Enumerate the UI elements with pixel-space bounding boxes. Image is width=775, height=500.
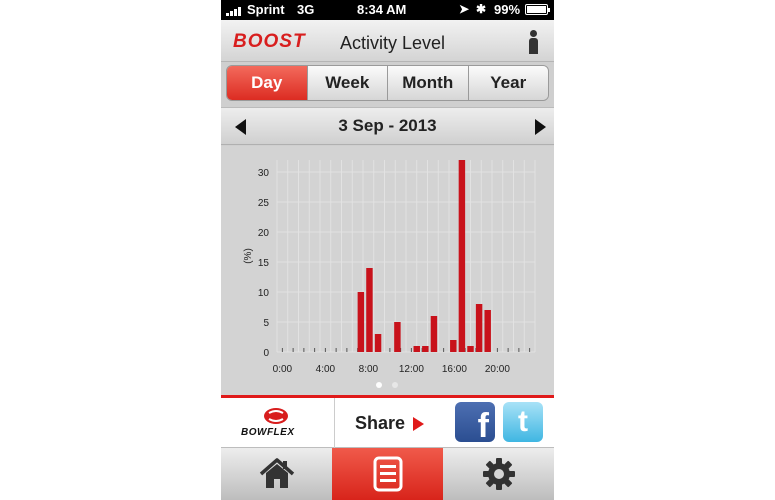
page-dot-active (376, 382, 382, 388)
x-tick-label: 8:00 (359, 364, 379, 375)
x-tick-label: 20:00 (485, 364, 510, 375)
page-title: Activity Level (340, 33, 446, 53)
date-navigator: 3 Sep - 2013 (221, 107, 554, 145)
bluetooth-icon: ✱ (476, 2, 487, 16)
chart-bar (357, 292, 365, 352)
phone-screen: Sprint 3G 8:34 AM ➤ ✱ 99% BOOST Activity… (221, 0, 554, 500)
tab-day[interactable]: Day (227, 66, 308, 100)
share-bar: BOWFLEX Share f t (221, 398, 554, 448)
y-tick-label: 25 (258, 198, 270, 209)
chart-bar (413, 346, 420, 352)
period-tabs: Day Week Month Year (226, 65, 549, 101)
chart-bar (366, 268, 373, 352)
chart-bar (430, 316, 438, 352)
status-bar: Sprint 3G 8:34 AM ➤ ✱ 99% (221, 0, 554, 20)
bottom-nav (221, 448, 554, 500)
y-tick-label: 15 (258, 258, 270, 269)
tab-month[interactable]: Month (388, 66, 469, 100)
y-tick-label: 10 (258, 288, 270, 299)
next-date-arrow-icon[interactable] (535, 119, 546, 135)
chart-bar (394, 322, 401, 352)
nav-activity[interactable] (332, 448, 443, 500)
bowflex-wordmark: BOWFLEX (241, 427, 295, 438)
page-indicator (376, 382, 398, 388)
y-tick-label: 30 (258, 168, 270, 179)
chart-bar (484, 310, 491, 352)
tab-year[interactable]: Year (468, 66, 548, 100)
x-tick-label: 12:00 (399, 364, 424, 375)
battery-percent: 99% (494, 2, 521, 17)
chart-bar (422, 346, 429, 352)
twitter-button[interactable]: t (503, 402, 543, 442)
gear-icon (482, 458, 515, 490)
boost-logo: BOOST (233, 31, 306, 52)
chart-bar (458, 160, 466, 352)
chart-bar (374, 334, 382, 352)
share-arrow-icon (413, 417, 424, 431)
home-icon (259, 458, 294, 488)
nav-home[interactable] (221, 448, 332, 500)
chart-bar (467, 346, 474, 352)
tab-week[interactable]: Week (307, 66, 388, 100)
person-icon[interactable] (526, 30, 540, 54)
chart-bar (475, 304, 483, 352)
nav-settings[interactable] (443, 448, 554, 500)
chart-bar (450, 340, 457, 352)
x-tick-label: 4:00 (316, 364, 336, 375)
activity-bar-chart: 0 5 10 15 20 25 30 (%) 0:00 4:00 8:00 12:00 16:00 20:… (243, 160, 536, 375)
y-tick-label: 20 (258, 228, 270, 239)
bowflex-mark-icon (264, 408, 288, 424)
bowflex-logo: BOWFLEX (221, 398, 335, 448)
activity-chart[interactable]: 0 5 10 15 20 25 30 (%) 0:00 4:00 8:00 12:00 16:00 20:… (221, 146, 554, 395)
list-icon (373, 456, 402, 492)
carrier-label: Sprint (247, 2, 285, 17)
title-bar: BOOST Activity Level (221, 20, 554, 62)
y-tick-label: 0 (263, 348, 269, 359)
x-tick-label: 16:00 (442, 364, 467, 375)
y-axis-label: (%) (243, 248, 254, 264)
date-label: 3 Sep - 2013 (338, 116, 437, 135)
location-icon: ➤ (459, 2, 470, 16)
page-dot-inactive (392, 382, 398, 388)
battery-icon (525, 4, 550, 15)
clock: 8:34 AM (357, 2, 407, 17)
x-tick-label: 0:00 (273, 364, 293, 375)
share-label: Share (355, 413, 406, 433)
facebook-button[interactable]: f (455, 402, 495, 442)
signal-icon (226, 7, 241, 16)
y-tick-label: 5 (263, 318, 269, 329)
network-label: 3G (297, 2, 315, 17)
